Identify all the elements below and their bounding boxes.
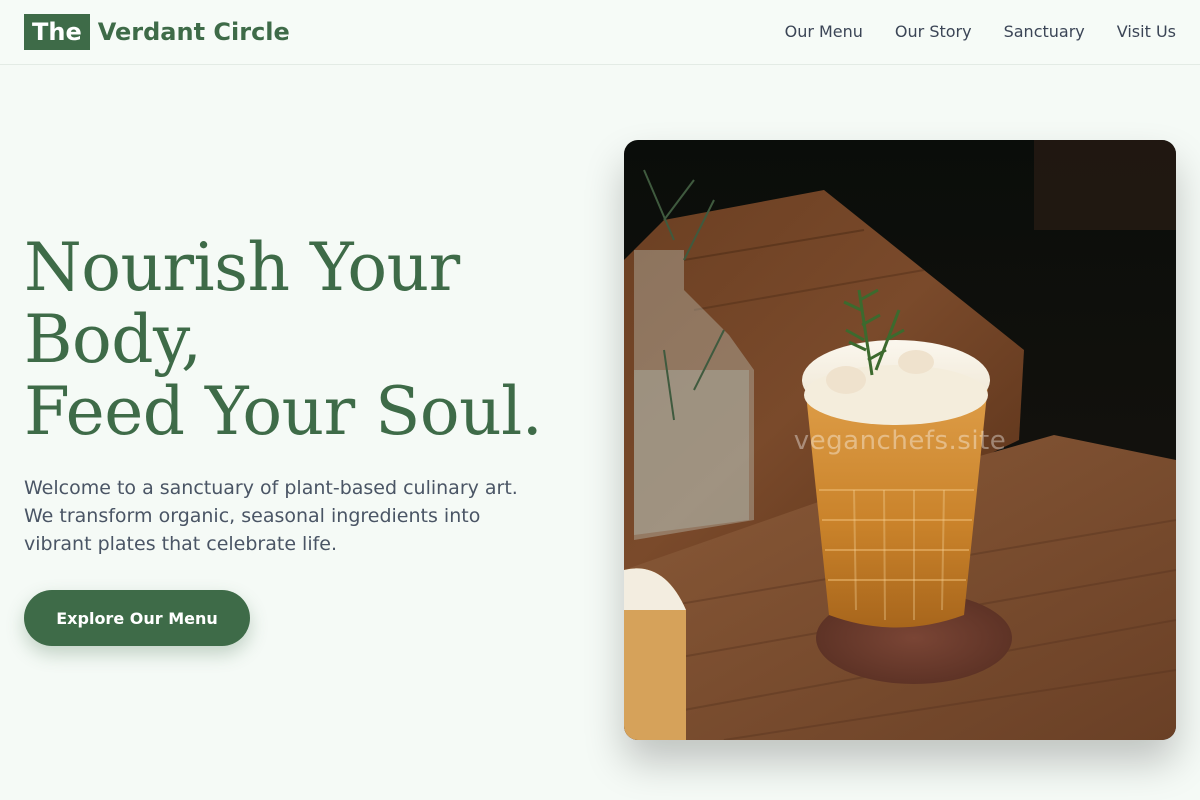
hero-title-line-1: Nourish Your <box>24 229 460 306</box>
main-nav: Our Menu Our Story Sanctuary Visit Us <box>785 20 1176 44</box>
site-header: The Verdant Circle Our Menu Our Story Sa… <box>0 0 1200 65</box>
hero-image: veganchefs.site <box>624 140 1176 740</box>
nav-link-visit-us[interactable]: Visit Us <box>1117 20 1176 44</box>
logo-mark: The <box>24 14 90 50</box>
logo[interactable]: The Verdant Circle <box>24 14 290 50</box>
logo-text: Verdant Circle <box>97 18 290 46</box>
hero-title-line-3: Feed Your Soul. <box>24 373 543 450</box>
nav-link-sanctuary[interactable]: Sanctuary <box>1004 20 1085 44</box>
hero-description: Welcome to a sanctuary of plant-based cu… <box>24 477 518 555</box>
hero-title: Nourish Your Body, Feed Your Soul. <box>24 232 544 448</box>
hero-title-line-2: Body, <box>24 301 202 378</box>
nav-link-our-menu[interactable]: Our Menu <box>785 20 863 44</box>
explore-menu-button[interactable]: Explore Our Menu <box>24 590 250 646</box>
image-watermark: veganchefs.site <box>793 426 1007 456</box>
nav-link-our-story[interactable]: Our Story <box>895 20 972 44</box>
